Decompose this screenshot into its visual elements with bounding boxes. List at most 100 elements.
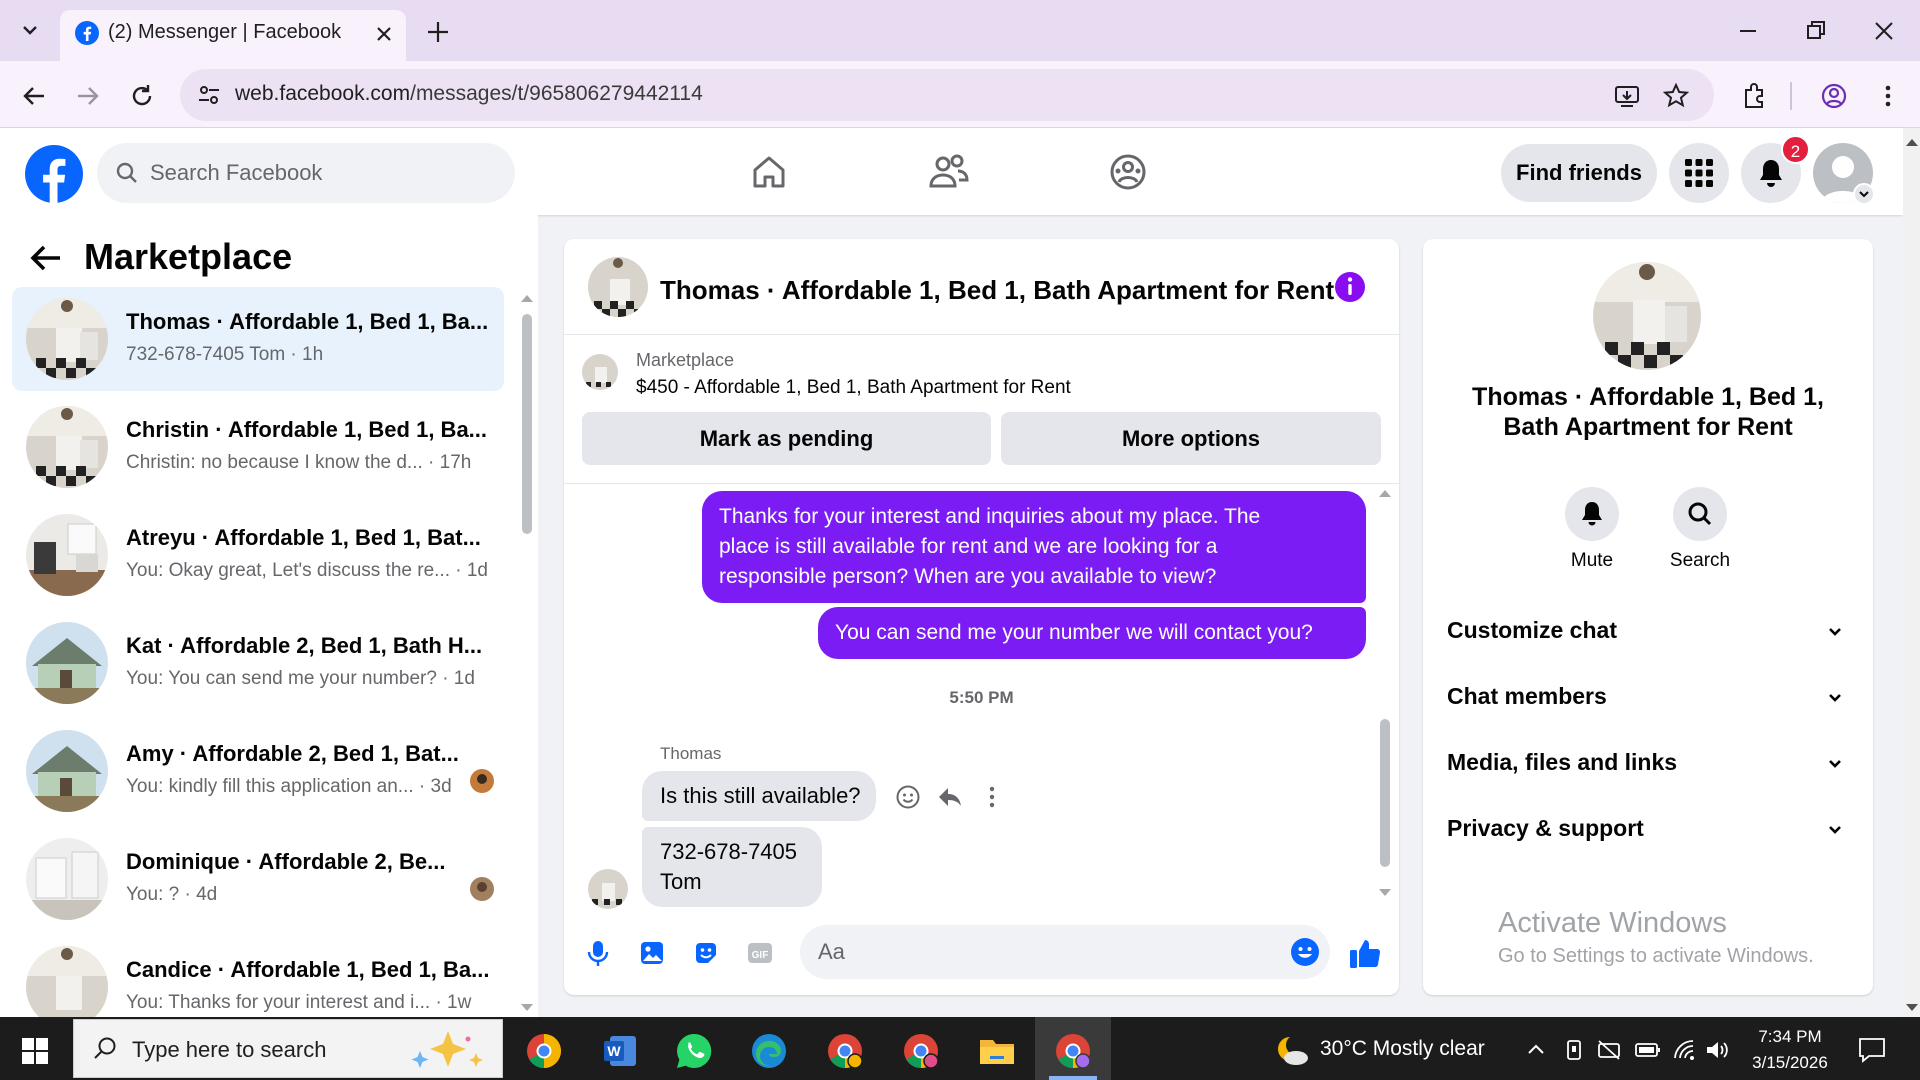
- listing-title[interactable]: $450 - Affordable 1, Bed 1, Bath Apartme…: [636, 377, 1071, 399]
- facebook-favicon-icon: [75, 21, 99, 45]
- wifi-icon[interactable]: [1672, 1038, 1698, 1062]
- scroll-down-icon[interactable]: [519, 1002, 535, 1014]
- page-scrollbar[interactable]: [1903, 128, 1920, 1017]
- browser-menu-icon[interactable]: [1872, 80, 1904, 112]
- chrome-profile-app-icon[interactable]: [902, 1032, 940, 1070]
- install-app-icon[interactable]: [1612, 81, 1642, 111]
- gif-icon[interactable]: GIF: [746, 939, 774, 967]
- sender-avatar[interactable]: [588, 869, 628, 909]
- back-arrow-icon[interactable]: [28, 240, 64, 276]
- chrome-profile-app-icon[interactable]: [826, 1032, 864, 1070]
- minimize-icon[interactable]: [1733, 16, 1763, 46]
- info-icon[interactable]: [1334, 271, 1366, 303]
- profile-icon[interactable]: [1818, 80, 1850, 112]
- conversation-list-scrollbar[interactable]: [522, 314, 532, 534]
- chat-members-section[interactable]: Chat members: [1447, 683, 1847, 713]
- whatsapp-app-icon[interactable]: [675, 1032, 713, 1070]
- file-explorer-app-icon[interactable]: [978, 1034, 1016, 1068]
- scroll-up-icon[interactable]: [1904, 136, 1920, 148]
- chat-scrollbar[interactable]: [1380, 719, 1390, 867]
- scroll-up-icon[interactable]: [1377, 487, 1393, 499]
- home-icon[interactable]: [749, 152, 789, 192]
- conversation-name: Atreyu · Affordable 1, Bed 1, Bat...: [126, 525, 481, 550]
- system-clock[interactable]: 7:34 PM 3/15/2026: [1730, 1024, 1850, 1076]
- chat-title[interactable]: Thomas · Affordable 1, Bed 1, Bath Apart…: [660, 275, 1334, 306]
- customize-chat-section[interactable]: Customize chat: [1447, 617, 1847, 647]
- account-menu-toggle[interactable]: [1853, 183, 1875, 205]
- tray-expand-icon[interactable]: [1524, 1038, 1548, 1062]
- address-bar[interactable]: web.facebook.com/messages/t/965806279442…: [180, 69, 1714, 121]
- microphone-icon[interactable]: [584, 939, 612, 967]
- back-arrow-icon[interactable]: [18, 80, 50, 112]
- scroll-down-icon[interactable]: [1904, 1002, 1920, 1014]
- edge-app-icon[interactable]: [750, 1032, 788, 1070]
- reply-icon[interactable]: [936, 783, 964, 811]
- profile-avatar[interactable]: [1593, 262, 1701, 370]
- scroll-up-icon[interactable]: [519, 292, 535, 304]
- photo-icon[interactable]: [638, 939, 666, 967]
- restore-icon[interactable]: [1801, 16, 1831, 46]
- emoji-icon[interactable]: [1290, 937, 1320, 967]
- conversation-item[interactable]: Atreyu · Affordable 1, Bed 1, Bat... You…: [12, 503, 504, 607]
- conversation-preview: You: Thanks for your interest and i... ·…: [126, 992, 472, 1013]
- received-message-bubble[interactable]: Is this still available?: [642, 771, 876, 821]
- more-options-button[interactable]: More options: [1001, 412, 1381, 465]
- conversation-item[interactable]: Kat · Affordable 2, Bed 1, Bath H... You…: [12, 611, 504, 715]
- react-emoji-icon[interactable]: [894, 783, 922, 811]
- conversation-item[interactable]: Dominique · Affordable 2, Be... You: ? ·…: [12, 827, 504, 931]
- tab-list-button[interactable]: [14, 14, 46, 46]
- forward-arrow-icon[interactable]: [72, 80, 104, 112]
- sticker-icon[interactable]: [692, 939, 720, 967]
- more-actions-icon[interactable]: [978, 783, 1006, 811]
- conversation-item[interactable]: Christin · Affordable 1, Bed 1, Ba... Ch…: [12, 395, 504, 499]
- facebook-logo-icon[interactable]: [24, 144, 84, 204]
- chrome-app-icon[interactable]: [525, 1032, 563, 1070]
- search-in-chat-button[interactable]: [1673, 487, 1727, 541]
- facebook-search-box[interactable]: Search Facebook: [97, 143, 515, 203]
- device-icon[interactable]: [1562, 1038, 1586, 1062]
- conversation-item[interactable]: Amy · Affordable 2, Bed 1, Bat... You: k…: [12, 719, 504, 823]
- scroll-down-icon[interactable]: [1377, 887, 1393, 899]
- bell-icon: [1760, 160, 1782, 187]
- window-close-icon[interactable]: [1869, 16, 1899, 46]
- weather-moon-icon[interactable]: [1274, 1034, 1310, 1068]
- groups-icon[interactable]: [1108, 152, 1148, 192]
- browser-tab-messenger[interactable]: (2) Messenger | Facebook: [60, 10, 406, 61]
- notification-center-icon[interactable]: [1857, 1036, 1887, 1064]
- extensions-icon[interactable]: [1738, 80, 1770, 112]
- like-thumbs-up-icon[interactable]: [1348, 936, 1382, 970]
- divider: [564, 483, 1399, 484]
- network-off-icon[interactable]: [1596, 1038, 1622, 1062]
- close-icon[interactable]: [373, 23, 395, 45]
- new-tab-icon[interactable]: [424, 18, 452, 46]
- windows-start-icon[interactable]: [22, 1038, 48, 1064]
- listing-thumbnail[interactable]: [582, 354, 618, 390]
- find-friends-button[interactable]: Find friends: [1501, 144, 1657, 202]
- message-input-placeholder: Aa: [818, 939, 845, 964]
- conversation-name: Christin · Affordable 1, Bed 1, Ba...: [126, 417, 488, 442]
- sent-message-bubble[interactable]: Thanks for your interest and inquiries a…: [702, 491, 1366, 603]
- privacy-support-section[interactable]: Privacy & support: [1447, 815, 1847, 845]
- conversation-item[interactable]: Candice · Affordable 1, Bed 1, Ba... You…: [12, 935, 504, 1017]
- taskbar-search-box[interactable]: Type here to search: [73, 1019, 503, 1078]
- sent-message-bubble[interactable]: You can send me your number we will cont…: [818, 607, 1366, 659]
- friends-icon[interactable]: [928, 152, 970, 192]
- media-files-links-section[interactable]: Media, files and links: [1447, 749, 1847, 779]
- chat-avatar[interactable]: [588, 257, 648, 317]
- message-input[interactable]: Aa: [800, 925, 1330, 979]
- reload-icon[interactable]: [126, 80, 158, 112]
- mute-button[interactable]: [1565, 487, 1619, 541]
- bookmark-star-icon[interactable]: [1661, 81, 1691, 111]
- mark-as-pending-button[interactable]: Mark as pending: [582, 412, 991, 465]
- conversation-item[interactable]: Thomas · Affordable 1, Bed 1, Ba... 732-…: [12, 287, 504, 391]
- battery-icon[interactable]: [1634, 1040, 1662, 1060]
- search-icon: [116, 162, 137, 183]
- active-taskbar-app[interactable]: [1035, 1017, 1111, 1080]
- conversation-avatar: [26, 406, 108, 488]
- site-settings-icon[interactable]: [196, 82, 222, 108]
- menu-button[interactable]: [1669, 143, 1729, 203]
- weather-text[interactable]: 30°C Mostly clear: [1320, 1037, 1485, 1061]
- received-message-bubble[interactable]: 732-678-7405 Tom: [642, 827, 822, 907]
- volume-icon[interactable]: [1704, 1038, 1730, 1062]
- word-app-icon[interactable]: W: [602, 1034, 638, 1068]
